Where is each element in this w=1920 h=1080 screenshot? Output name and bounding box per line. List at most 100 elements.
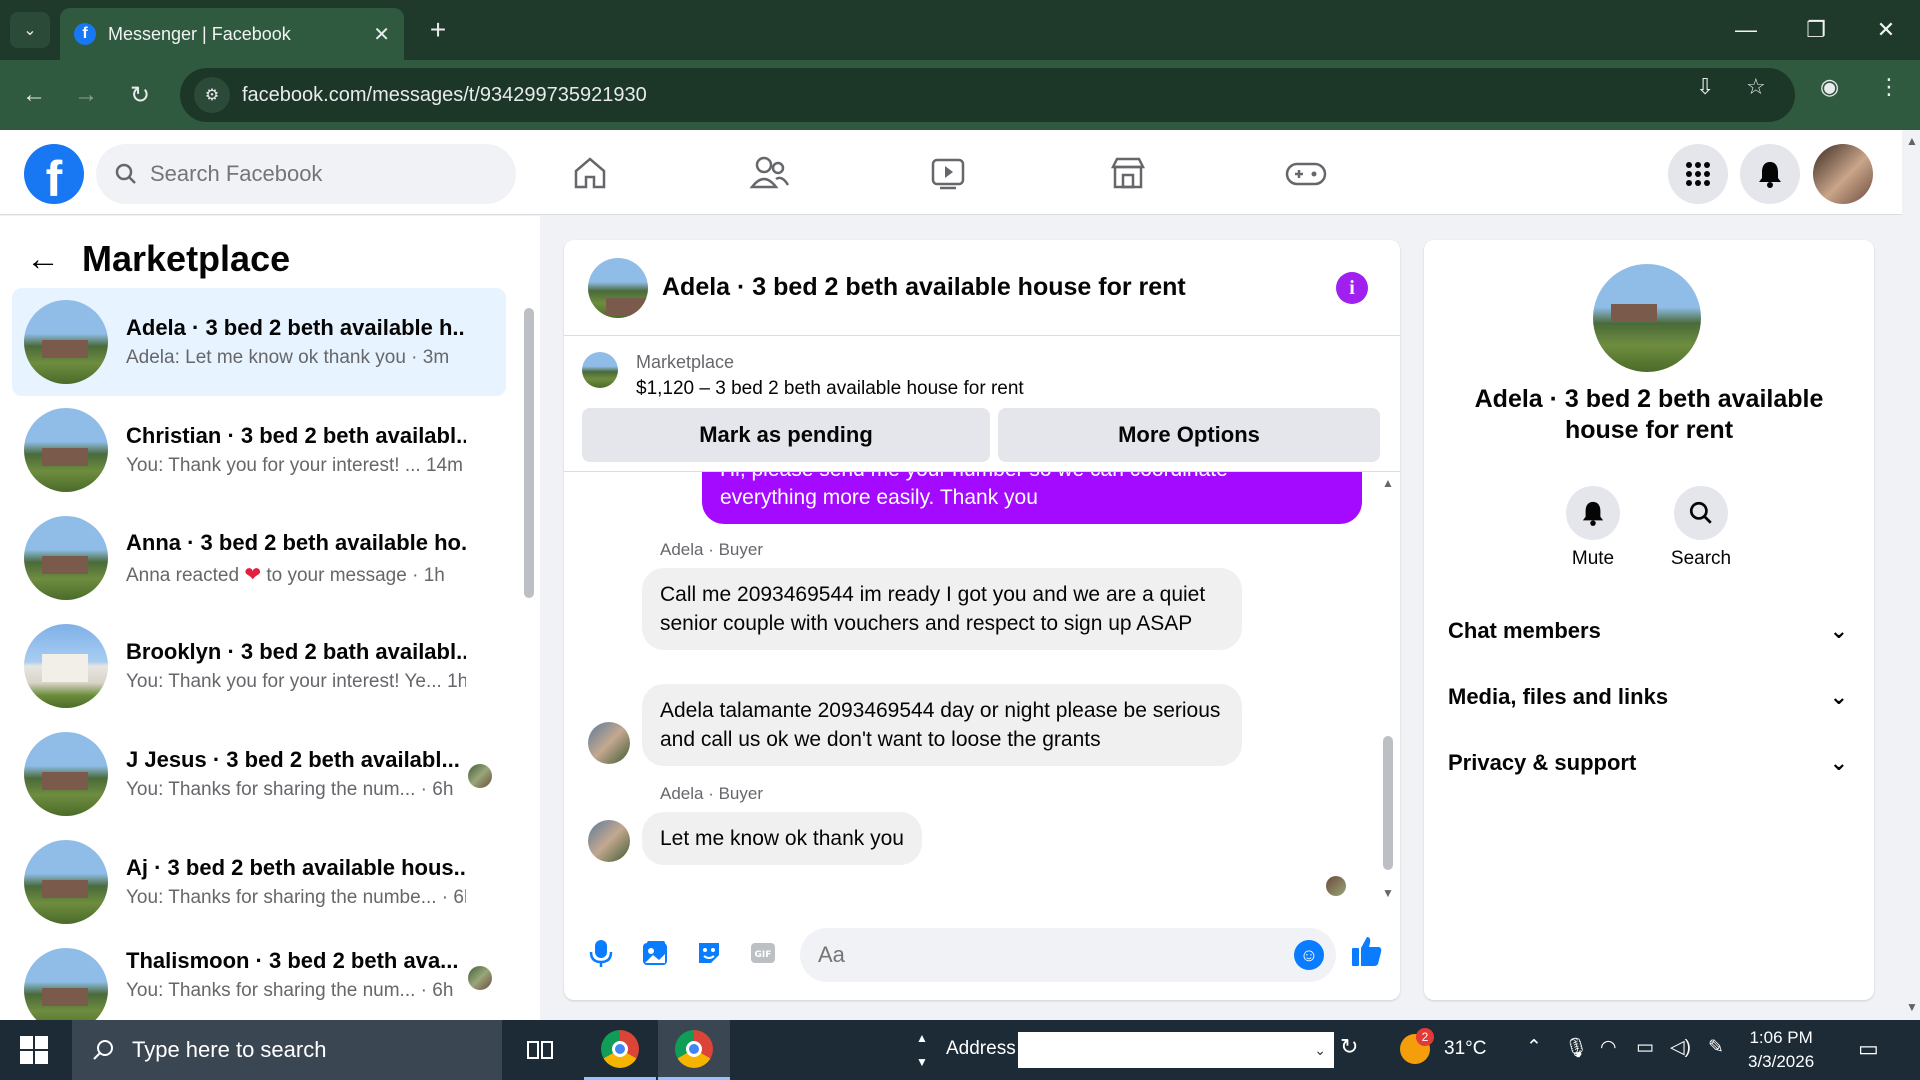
tab-messenger[interactable]: f Messenger | Facebook ✕ xyxy=(60,8,404,60)
new-tab-button[interactable]: + xyxy=(420,12,456,48)
facebook-search-input[interactable] xyxy=(150,161,450,187)
facebook-search[interactable] xyxy=(96,144,516,204)
outgoing-message[interactable]: Hi, please send me your number so we can… xyxy=(702,472,1362,524)
chat-members-section[interactable]: Chat members ⌄ xyxy=(1448,618,1848,644)
tab-search-button[interactable]: ⌄ xyxy=(10,12,50,48)
scrollbar-thumb[interactable] xyxy=(524,308,534,598)
tab-close-icon[interactable]: ✕ xyxy=(373,22,390,47)
search-icon[interactable] xyxy=(1674,486,1728,540)
gif-icon[interactable]: GIF xyxy=(746,936,780,970)
address-toolbar-input[interactable]: ⌄ xyxy=(1018,1032,1334,1068)
battery-icon[interactable]: ▭ xyxy=(1636,1036,1654,1059)
chat-list-panel: ← Marketplace Adela · 3 bed 2 beth avail… xyxy=(0,216,540,1020)
windows-start-icon[interactable] xyxy=(20,1036,48,1064)
wifi-icon[interactable]: ◠ xyxy=(1600,1036,1617,1059)
listing-thumbnail xyxy=(24,624,108,708)
watch-nav-icon[interactable] xyxy=(920,148,976,198)
sender-label: Adela · Buyer xyxy=(660,540,763,559)
like-thumbs-up-icon[interactable] xyxy=(1350,934,1384,968)
home-nav-icon[interactable] xyxy=(562,148,618,198)
bell-icon[interactable] xyxy=(1566,486,1620,540)
search-action[interactable]: Search xyxy=(1656,486,1746,570)
mark-as-pending-button[interactable]: Mark as pending xyxy=(582,408,990,462)
friends-nav-icon[interactable] xyxy=(742,148,798,198)
photo-icon[interactable] xyxy=(638,936,672,970)
chat-item-aj[interactable]: Aj · 3 bed 2 beth available hous... You:… xyxy=(12,828,506,936)
reload-button[interactable]: ↻ xyxy=(120,75,160,115)
taskbar-clock[interactable]: 1:06 PM 3/3/2026 xyxy=(1748,1026,1814,1074)
notification-center-icon[interactable]: ▭ xyxy=(1858,1036,1879,1062)
chat-item-christian[interactable]: Christian · 3 bed 2 beth availabl... You… xyxy=(12,396,506,504)
profile-icon[interactable]: ◉ xyxy=(1820,74,1839,100)
restore-button[interactable]: ❐ xyxy=(1796,10,1836,50)
marketplace-nav-icon[interactable] xyxy=(1100,148,1156,198)
conversation-title[interactable]: Adela · 3 bed 2 beth available house for… xyxy=(662,273,1186,302)
volume-icon[interactable]: ◁) xyxy=(1670,1036,1691,1059)
chat-item-brooklyn[interactable]: Brooklyn · 3 bed 2 bath availabl... You:… xyxy=(12,612,506,720)
tray-chevron-up-icon[interactable]: ⌃ xyxy=(1526,1036,1542,1059)
mute-action[interactable]: Mute xyxy=(1548,486,1638,570)
taskbar-search[interactable]: Type here to search xyxy=(72,1020,502,1080)
chrome-taskbar-icon[interactable] xyxy=(584,1020,656,1080)
chevron-down-icon[interactable]: ⌄ xyxy=(1314,1042,1326,1059)
weather-temperature[interactable]: 31°C xyxy=(1444,1038,1486,1060)
details-avatar[interactable] xyxy=(1593,264,1701,372)
incoming-message[interactable]: Call me 2093469544 im ready I got you an… xyxy=(642,568,1242,650)
account-avatar[interactable] xyxy=(1813,144,1873,204)
address-bar[interactable]: ⚙ facebook.com/messages/t/93429973592193… xyxy=(180,68,1795,122)
chat-item-anna[interactable]: Anna · 3 bed 2 beth available ho... Anna… xyxy=(12,504,506,612)
microphone-tray-icon[interactable]: 🎙 xyxy=(1564,1036,1588,1060)
menu-grid-icon[interactable] xyxy=(1668,144,1728,204)
sticker-icon[interactable] xyxy=(692,936,726,970)
incoming-message[interactable]: Let me know ok thank you xyxy=(642,812,922,865)
scroll-up-arrow-icon[interactable]: ▲ xyxy=(1382,476,1394,490)
back-arrow-icon[interactable]: ← xyxy=(26,240,60,279)
emoji-icon[interactable]: ☺ xyxy=(1294,940,1324,970)
page-scrollbar[interactable]: ▲ ▼ xyxy=(1902,130,1920,1020)
back-button[interactable]: ← xyxy=(14,75,54,115)
listing-thumbnail[interactable] xyxy=(582,352,618,388)
forward-button[interactable]: → xyxy=(66,75,106,115)
bookmark-star-icon[interactable]: ☆ xyxy=(1746,74,1766,100)
menu-kebab-icon[interactable]: ⋮ xyxy=(1878,74,1900,100)
chat-list-scrollbar[interactable] xyxy=(522,288,534,1018)
message-scrollbar[interactable]: ▲ ▼ xyxy=(1380,472,1396,906)
sender-avatar[interactable] xyxy=(588,820,630,862)
facebook-header: f xyxy=(0,130,1902,215)
minimize-button[interactable]: — xyxy=(1726,10,1766,50)
scroll-down-arrow-icon[interactable]: ▼ xyxy=(1382,886,1394,900)
privacy-support-section[interactable]: Privacy & support ⌄ xyxy=(1448,750,1848,776)
scroll-down-arrow-icon[interactable]: ▼ xyxy=(1906,1000,1918,1014)
listing-price-title[interactable]: $1,120 – 3 bed 2 beth available house fo… xyxy=(636,378,1024,400)
message-input-box[interactable]: ☺ xyxy=(800,928,1336,982)
message-input[interactable] xyxy=(818,942,1278,968)
refresh-icon[interactable]: ↻ xyxy=(1340,1034,1358,1060)
more-options-button[interactable]: More Options xyxy=(998,408,1380,462)
outgoing-message-text-partial: Hi, please send me your number so we can… xyxy=(720,472,1344,484)
notifications-bell-icon[interactable] xyxy=(1740,144,1800,204)
chat-time: 6h xyxy=(432,779,454,800)
site-settings-icon[interactable]: ⚙ xyxy=(194,77,230,113)
facebook-logo[interactable]: f xyxy=(24,144,84,204)
toolbar-scroll-arrows-icon[interactable]: ▲ ▼ xyxy=(916,1026,928,1074)
chat-item-adela[interactable]: Adela · 3 bed 2 beth available h... Adel… xyxy=(12,288,506,396)
scrollbar-thumb[interactable] xyxy=(1383,736,1393,870)
task-view-icon[interactable] xyxy=(504,1020,576,1080)
gaming-nav-icon[interactable] xyxy=(1278,148,1334,198)
scroll-up-arrow-icon[interactable]: ▲ xyxy=(1906,134,1918,148)
install-app-icon[interactable]: ⇩ xyxy=(1696,74,1714,100)
chrome-taskbar-icon-active[interactable] xyxy=(658,1020,730,1080)
close-window-button[interactable]: ✕ xyxy=(1866,10,1906,50)
chat-preview-text: You: Thanks for sharing the numbe... xyxy=(126,887,437,908)
chat-item-j-jesus[interactable]: J Jesus · 3 bed 2 beth availabl... You: … xyxy=(12,720,506,828)
chat-item-thalismoon[interactable]: Thalismoon · 3 bed 2 beth ava... You: Th… xyxy=(12,936,506,1020)
incoming-message[interactable]: Adela talamante 2093469544 day or night … xyxy=(642,684,1242,766)
chat-preview: You: Thanks for sharing the numbe... · 6… xyxy=(126,887,466,909)
outgoing-message-text: everything more easily. Thank you xyxy=(720,486,1038,509)
microphone-icon[interactable] xyxy=(584,936,618,970)
sender-avatar[interactable] xyxy=(588,722,630,764)
media-files-links-section[interactable]: Media, files and links ⌄ xyxy=(1448,684,1848,710)
conversation-avatar[interactable] xyxy=(588,257,648,318)
pen-tray-icon[interactable]: ✎ xyxy=(1708,1036,1724,1059)
info-icon[interactable]: i xyxy=(1336,272,1368,304)
